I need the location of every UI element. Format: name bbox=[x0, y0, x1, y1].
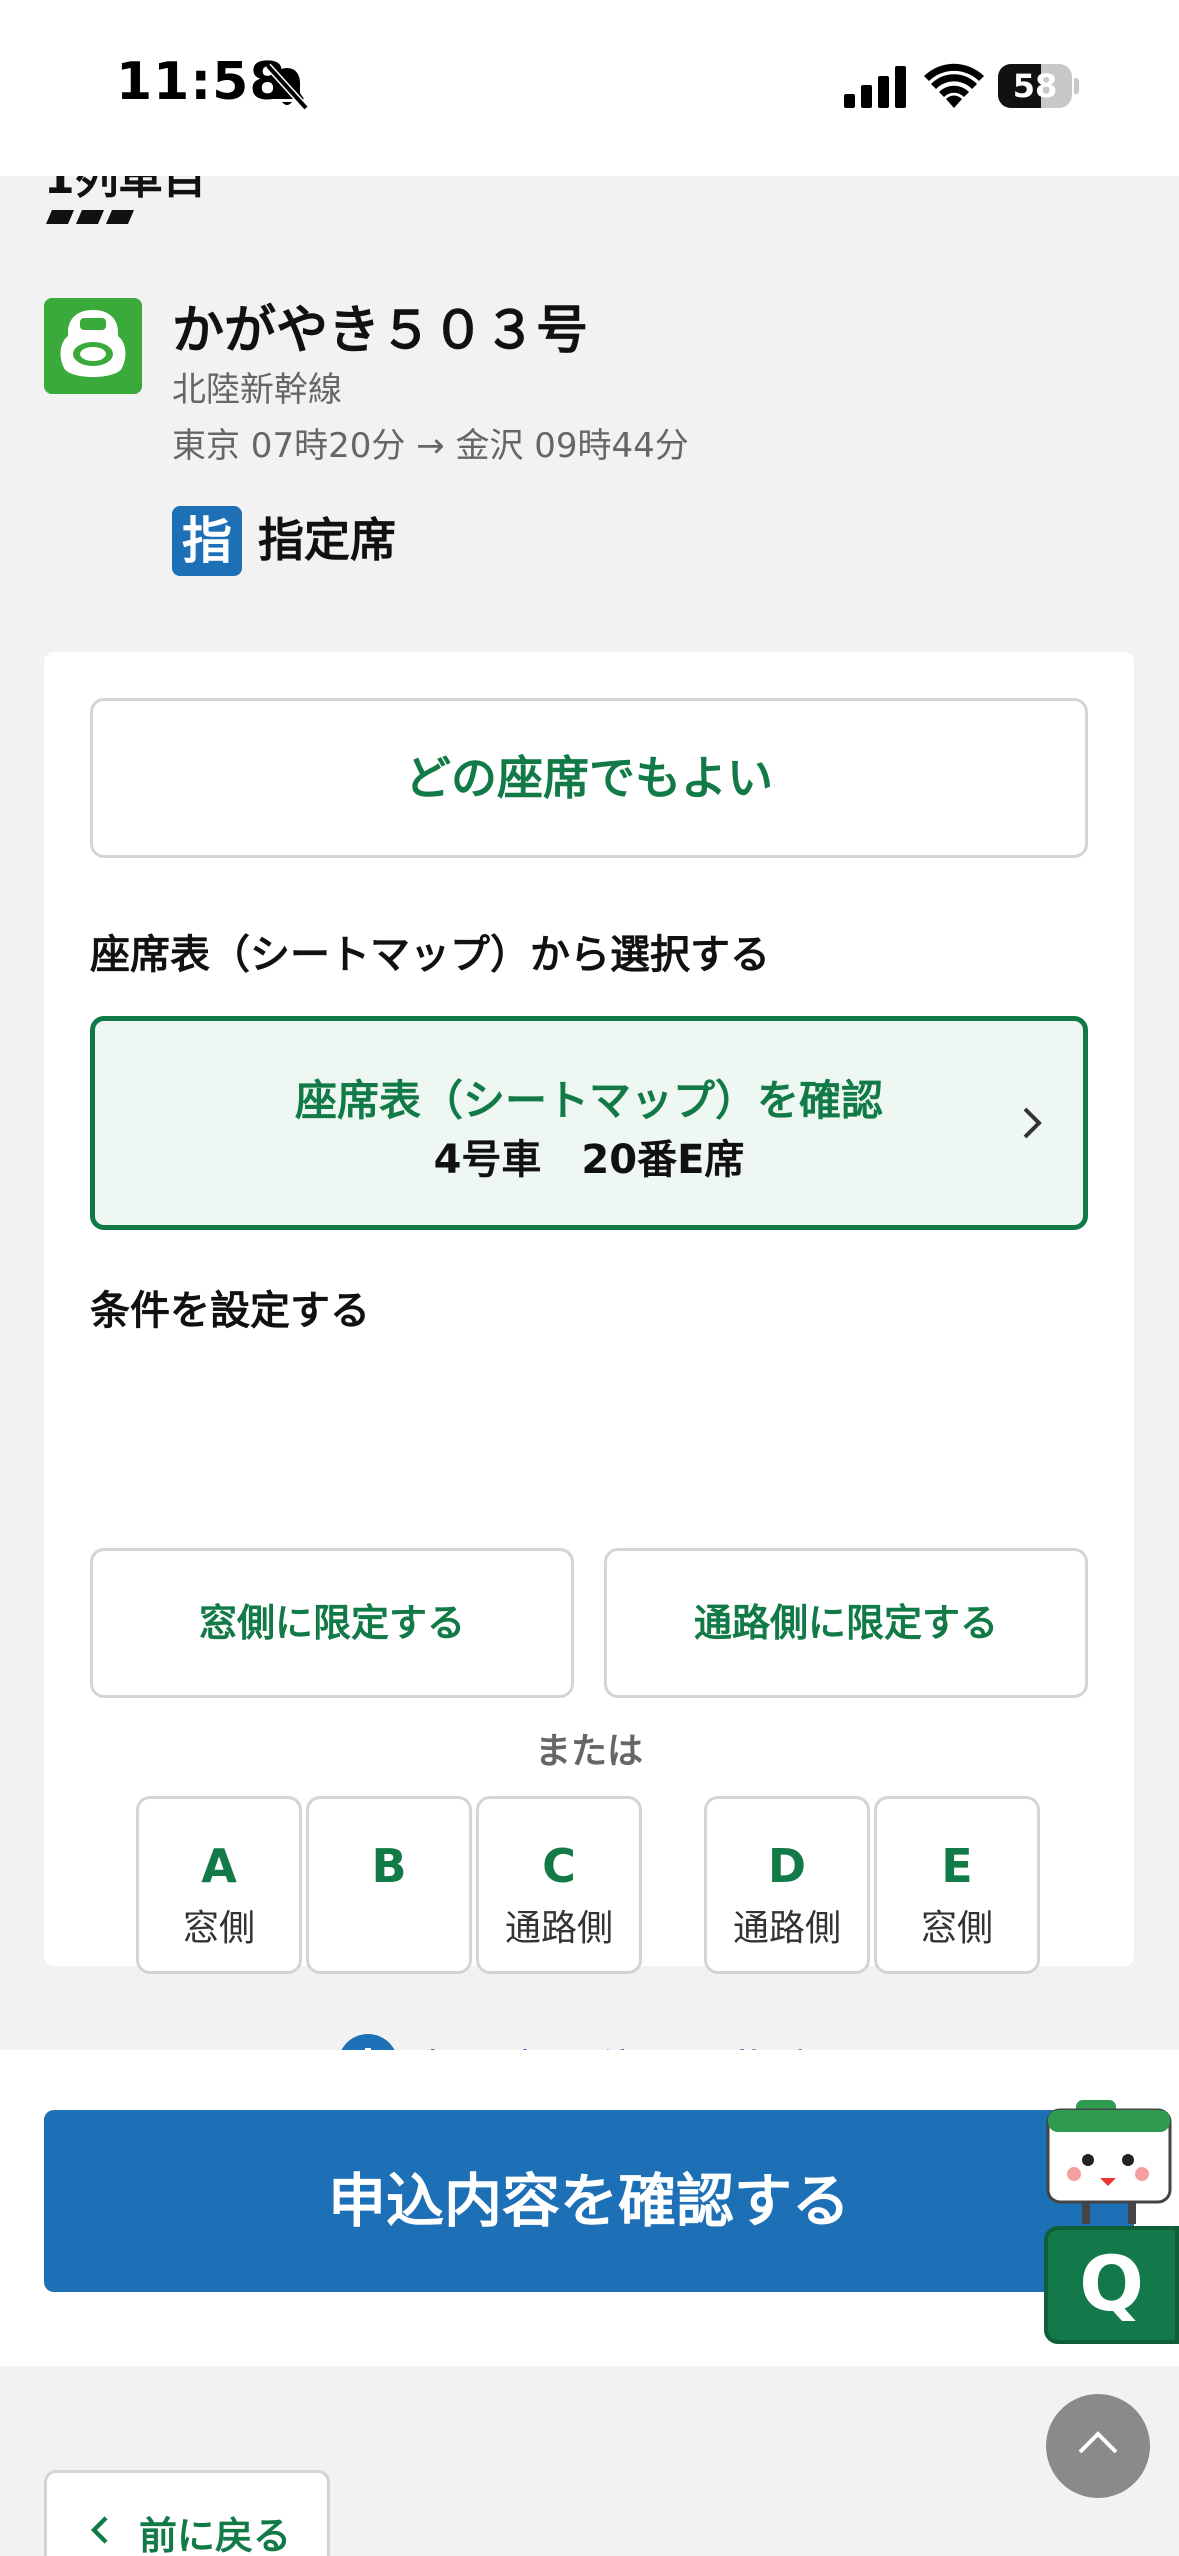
battery-cap bbox=[1074, 78, 1079, 94]
aisle-only-button[interactable]: 通路側に限定する bbox=[604, 1548, 1088, 1698]
window-only-button[interactable]: 窓側に限定する bbox=[90, 1548, 574, 1698]
train-schedule: 東京 07時20分 → 金沢 09時44分 bbox=[172, 426, 689, 466]
bell-slash-icon bbox=[265, 63, 309, 111]
seat-position: 窓側 bbox=[920, 1908, 993, 1949]
seat-letter: D bbox=[767, 1839, 807, 1893]
seat-type-label: 指定席 bbox=[258, 513, 396, 567]
seat-position: 通路側 bbox=[732, 1908, 841, 1949]
back-label: 前に戻る bbox=[139, 2514, 292, 2556]
seat-b-button[interactable]: B bbox=[306, 1796, 472, 1974]
chevron-left-icon bbox=[90, 2516, 108, 2544]
signal-icon bbox=[844, 66, 906, 108]
back-button[interactable]: 前に戻る bbox=[44, 2470, 330, 2556]
train-name: かがやき５０３号 bbox=[172, 301, 589, 361]
seatmap-heading: 座席表（シートマップ）から選択する bbox=[90, 932, 770, 978]
battery-percent: 58 bbox=[1012, 67, 1058, 105]
status-bar: 11:58 58 bbox=[0, 0, 1179, 176]
mascot-icon bbox=[1046, 2100, 1172, 2224]
sequence-stripes bbox=[46, 210, 134, 224]
confirm-application-button[interactable]: 申込内容を確認する bbox=[44, 2110, 1134, 2292]
reserved-seat-badge: 指 bbox=[172, 506, 242, 576]
any-seat-button[interactable]: どの座席でもよい bbox=[90, 698, 1088, 858]
seat-c-button[interactable]: C 通路側 bbox=[476, 1796, 642, 1974]
train-line: 北陸新幹線 bbox=[172, 370, 342, 410]
wifi-icon bbox=[924, 63, 984, 108]
seat-position: 通路側 bbox=[504, 1908, 613, 1949]
seat-letter: B bbox=[371, 1839, 407, 1893]
battery-icon: 58 bbox=[998, 64, 1079, 108]
seat-letter: C bbox=[542, 1839, 576, 1893]
seat-letter: E bbox=[941, 1839, 973, 1893]
seat-d-button[interactable]: D 通路側 bbox=[704, 1796, 870, 1974]
seat-e-button[interactable]: E 窓側 bbox=[874, 1796, 1040, 1974]
battery-body: 58 bbox=[998, 64, 1072, 108]
status-time: 11:58 bbox=[116, 52, 287, 112]
main-content: 1列車目 かがやき５０３号 北陸新幹線 東京 07時20分 → 金沢 09時44… bbox=[0, 176, 1179, 2050]
train-logo-icon bbox=[44, 298, 142, 394]
chevron-right-icon bbox=[1023, 1107, 1042, 1139]
plus-circle-icon bbox=[341, 2034, 395, 2050]
seat-position: 窓側 bbox=[182, 1908, 255, 1949]
selected-seat-label: 4号車 20番E席 bbox=[433, 1137, 745, 1183]
seat-letter: A bbox=[201, 1839, 237, 1893]
position-in-car-label: 車両内の位置を指定 bbox=[410, 2036, 824, 2050]
arrow-up-icon bbox=[1078, 2431, 1118, 2454]
train-sequence-label: 1列車目 bbox=[44, 176, 207, 204]
seatmap-button-label: 座席表（シートマップ）を確認 bbox=[294, 1076, 883, 1125]
help-q-button[interactable]: Q bbox=[1044, 2226, 1179, 2344]
seat-selection-card: どの座席でもよい 座席表（シートマップ）から選択する 座席表（シートマップ）を確… bbox=[44, 652, 1134, 2050]
seatmap-button[interactable]: 座席表（シートマップ）を確認 4号車 20番E席 bbox=[90, 1016, 1088, 1230]
or-label: または bbox=[534, 1731, 643, 1772]
scroll-to-top-button[interactable] bbox=[1046, 2394, 1150, 2498]
conditions-heading: 条件を設定する bbox=[90, 1288, 370, 1334]
seat-a-button[interactable]: A 窓側 bbox=[136, 1796, 302, 1974]
